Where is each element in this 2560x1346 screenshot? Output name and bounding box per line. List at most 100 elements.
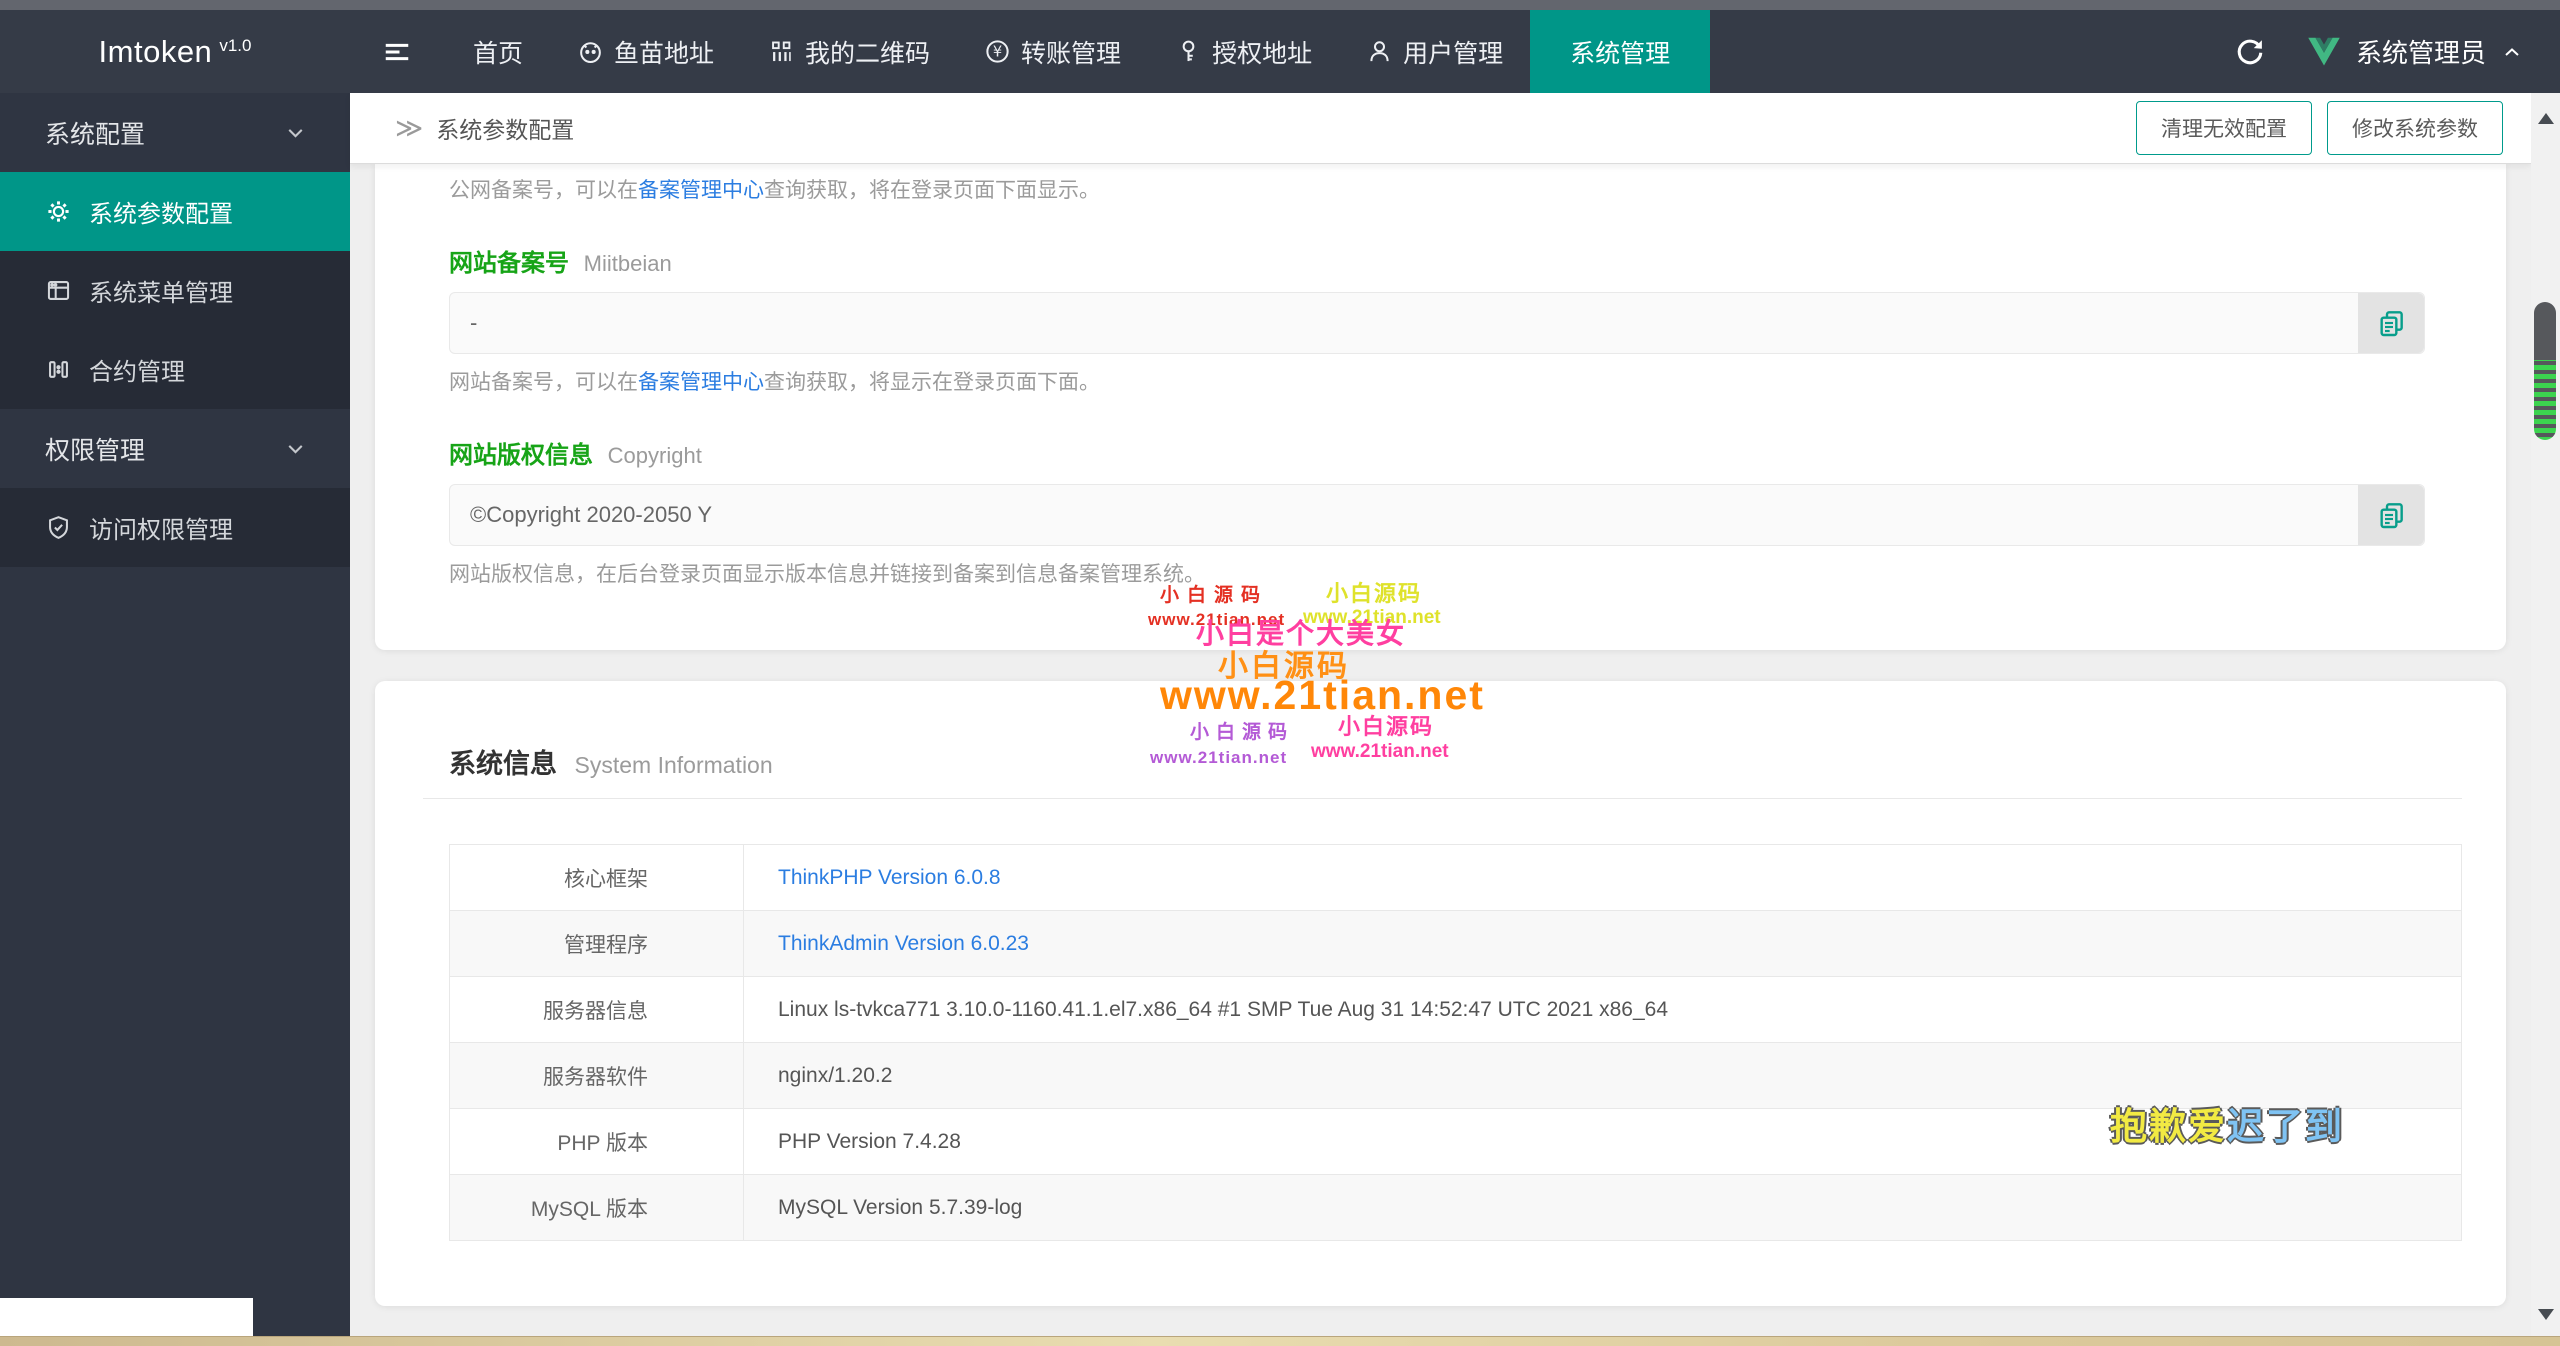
thinkphp-version-link[interactable]: ThinkPHP Version 6.0.8 <box>778 866 1001 889</box>
main-nav: 首页 鱼苗地址 我的二维码 ¥ 转账管理 授权地址 用户管理 系统管理 <box>446 10 1711 93</box>
sidebar-group-system-config[interactable]: 系统配置 <box>0 93 350 172</box>
navbar-right: 系统管理员 <box>2234 33 2560 70</box>
row-value: Linux ls-tvkca771 3.10.0-1160.41.1.el7.x… <box>778 997 1669 1021</box>
user-menu[interactable]: 系统管理员 <box>2306 33 2524 70</box>
miitbeian-input[interactable] <box>449 292 2425 354</box>
sidebar-group-label: 权限管理 <box>45 436 146 465</box>
copy-button[interactable] <box>2358 293 2424 353</box>
sidebar-item-label: 系统参数配置 <box>89 201 233 228</box>
chevron-up-icon <box>2500 40 2524 64</box>
table-row: MySQL 版本 MySQL Version 5.7.39-log <box>449 1174 2462 1241</box>
page-title: 系统参数配置 <box>436 117 575 143</box>
scroll-down-arrow[interactable] <box>2538 1309 2554 1320</box>
watermark-text: 小白源码 <box>1218 650 1350 683</box>
yen-circle-icon: ¥ <box>984 38 1011 65</box>
section-title-zh: 系统信息 <box>449 749 557 779</box>
system-info-title: 系统信息 System Information <box>423 681 2462 781</box>
page-actions: 清理无效配置 修改系统参数 <box>2136 101 2531 155</box>
miitbeian-help: 网站备案号，可以在备案管理中心查询获取，将显示在登录页面下面。 <box>449 370 2425 395</box>
miitbeian-input-group <box>449 292 2425 354</box>
edit-system-params-button[interactable]: 修改系统参数 <box>2327 101 2503 155</box>
contract-icon <box>45 356 72 383</box>
window-top-strip <box>0 0 2560 10</box>
sidebar-group-permission[interactable]: 权限管理 <box>0 409 350 488</box>
copy-button[interactable] <box>2358 485 2424 545</box>
help-text-part: 查询获取，将显示在登录页面下面。 <box>764 371 1100 394</box>
key-icon <box>1175 38 1202 65</box>
beian-center-link[interactable]: 备案管理中心 <box>638 179 764 202</box>
breadcrumb-bar: ≫ 系统参数配置 清理无效配置 修改系统参数 <box>350 93 2531 164</box>
gear-icon <box>45 198 72 225</box>
top-navbar: Imtoken v1.0 首页 鱼苗地址 我的二维码 ¥ 转账管理 授权地址 用… <box>0 10 2560 93</box>
table-row: PHP 版本 PHP Version 7.4.28 <box>449 1108 2462 1175</box>
beian-center-link[interactable]: 备案管理中心 <box>638 371 764 394</box>
copyright-input-group <box>449 484 2425 546</box>
sidebar-group-label: 系统配置 <box>45 120 146 149</box>
help-text-part: 公网备案号，可以在 <box>449 179 638 202</box>
svg-text:¥: ¥ <box>993 44 1002 61</box>
row-label: PHP 版本 <box>449 1108 744 1175</box>
breadcrumb: ≫ 系统参数配置 <box>350 111 574 145</box>
brand-version: v1.0 <box>219 35 252 55</box>
refresh-icon[interactable] <box>2234 36 2266 68</box>
sidebar-item-label: 系统菜单管理 <box>89 280 233 307</box>
section-title-en: System Information <box>574 752 773 778</box>
clean-invalid-config-button[interactable]: 清理无效配置 <box>2136 101 2312 155</box>
copyright-input[interactable] <box>449 484 2425 546</box>
menu-window-icon <box>45 277 72 304</box>
field-label-zh: 网站版权信息 <box>449 442 593 469</box>
row-value: PHP Version 7.4.28 <box>778 1129 961 1153</box>
thinkadmin-version-link[interactable]: ThinkAdmin Version 6.0.23 <box>778 932 1029 955</box>
sidebar-item-contract-mgmt[interactable]: 合约管理 <box>0 330 350 409</box>
nav-label: 首页 <box>473 39 524 68</box>
nav-item-transfer-mgmt[interactable]: ¥ 转账管理 <box>957 10 1148 93</box>
hamburger-menu-icon[interactable] <box>382 37 412 67</box>
help-text-part: 网站备案号，可以在 <box>449 371 638 394</box>
username: 系统管理员 <box>2355 38 2486 68</box>
nav-label: 我的二维码 <box>805 39 931 68</box>
copyright-help: 网站版权信息，在后台登录页面显示版本信息并链接到备案到信息备案管理系统。 <box>449 563 1205 586</box>
nav-item-home[interactable]: 首页 <box>446 10 550 93</box>
nav-label: 用户管理 <box>1403 39 1504 68</box>
row-value: MySQL Version 5.7.39-log <box>778 1195 1023 1219</box>
copy-icon <box>2375 307 2407 339</box>
nav-label: 鱼苗地址 <box>614 39 715 68</box>
nav-item-auth-address[interactable]: 授权地址 <box>1148 10 1339 93</box>
system-params-card: 公网备案号，可以在备案管理中心查询获取，将在登录页面下面显示。 网站备案号 Mi… <box>375 164 2506 650</box>
shield-check-icon <box>45 514 72 541</box>
row-value: nginx/1.20.2 <box>778 1063 893 1087</box>
nav-item-fry-address[interactable]: 鱼苗地址 <box>550 10 741 93</box>
nav-item-user-mgmt[interactable]: 用户管理 <box>1339 10 1530 93</box>
scroll-up-arrow[interactable] <box>2538 113 2554 124</box>
system-info-table: 核心框架 ThinkPHP Version 6.0.8 管理程序 ThinkAd… <box>449 844 2462 1241</box>
system-info-card: 系统信息 System Information 核心框架 ThinkPHP Ve… <box>375 681 2506 1306</box>
field-label-en: Copyright <box>607 443 702 468</box>
row-label: MySQL 版本 <box>449 1174 744 1241</box>
sidebar-item-system-menu[interactable]: 系统菜单管理 <box>0 251 350 330</box>
sidebar-item-label: 访问权限管理 <box>89 517 233 544</box>
table-row: 管理程序 ThinkAdmin Version 6.0.23 <box>449 910 2462 977</box>
copy-icon <box>2375 499 2407 531</box>
nav-item-system-mgmt[interactable]: 系统管理 <box>1530 10 1711 93</box>
icp-intro-help: 公网备案号，可以在备案管理中心查询获取，将在登录页面下面显示。 <box>449 164 2425 203</box>
nav-label: 授权地址 <box>1212 39 1313 68</box>
bottom-left-overlay <box>0 1298 253 1336</box>
brand-name: Imtoken <box>98 33 213 69</box>
vertical-scrollbar <box>2531 93 2560 1336</box>
sidebar: 系统配置 系统参数配置 系统菜单管理 合约管理 权限管理 访问权限管理 <box>0 93 350 1336</box>
row-label: 服务器软件 <box>449 1042 744 1109</box>
field-label-en: Miitbeian <box>583 251 672 276</box>
chevron-down-icon <box>283 120 308 145</box>
sidebar-item-system-params[interactable]: 系统参数配置 <box>0 172 350 251</box>
divider <box>423 798 2462 799</box>
miitbeian-label: 网站备案号 Miitbeian <box>449 243 2425 278</box>
row-label: 服务器信息 <box>449 976 744 1043</box>
table-row: 服务器信息 Linux ls-tvkca771 3.10.0-1160.41.1… <box>449 976 2462 1043</box>
nav-item-my-qrcode[interactable]: 我的二维码 <box>741 10 957 93</box>
qrcode-icon <box>768 38 795 65</box>
copyright-label: 网站版权信息 Copyright <box>449 435 2425 470</box>
row-label: 核心框架 <box>449 844 744 911</box>
vue-logo-icon <box>2306 36 2342 68</box>
scrollbar-thumb[interactable] <box>2534 302 2556 440</box>
sidebar-item-access-permission[interactable]: 访问权限管理 <box>0 488 350 567</box>
